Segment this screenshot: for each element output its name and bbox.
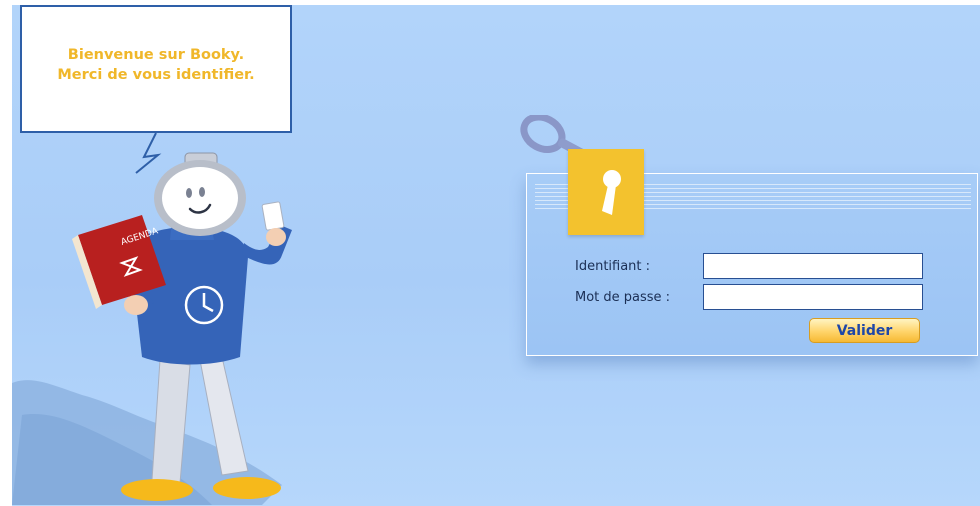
password-label: Mot de passe : (575, 290, 671, 305)
welcome-line-2: Merci de vous identifier. (57, 67, 255, 83)
login-panel: Identifiant : Mot de passe : Valider (526, 149, 978, 356)
identifiant-input[interactable] (703, 253, 923, 279)
valider-button[interactable]: Valider (809, 318, 920, 343)
keyhole-icon (568, 149, 644, 235)
password-input[interactable] (703, 284, 923, 310)
identifiant-label: Identifiant : (575, 259, 651, 274)
login-page: Bienvenue sur Booky. Merci de vous ident… (12, 5, 980, 506)
welcome-bubble: Bienvenue sur Booky. Merci de vous ident… (20, 5, 292, 133)
mascot-illustration: AGENDA (72, 152, 292, 501)
welcome-line-1: Bienvenue sur Booky. (67, 47, 245, 63)
